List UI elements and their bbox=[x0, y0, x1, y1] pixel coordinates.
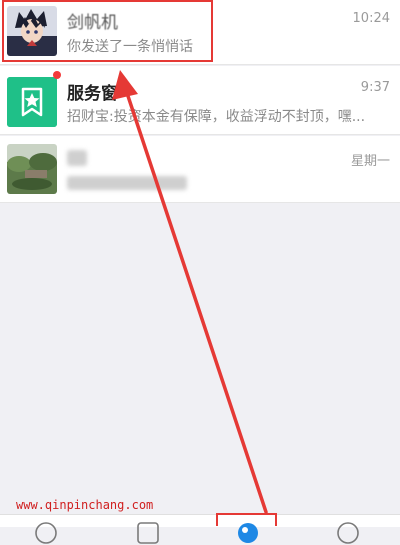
blurred-preview bbox=[67, 176, 187, 190]
chat-name: 服务窗 bbox=[67, 84, 118, 104]
blurred-name bbox=[67, 150, 87, 166]
watermark-text: www.qinpinchang.com bbox=[16, 498, 154, 512]
divider bbox=[0, 64, 400, 65]
alipay-friends-screen: 剑帆机 你发送了一条悄悄话 10:24 服务窗 招财宝:投资本金有保障，收益浮动… bbox=[0, 0, 400, 544]
divider bbox=[0, 202, 400, 203]
list-icon[interactable] bbox=[136, 521, 160, 545]
chat-time: 9:37 bbox=[360, 80, 390, 95]
chat-time: 星期一 bbox=[350, 154, 390, 169]
chat-preview: 招财宝:投资本金有保障，收益浮动不封顶，嘿... bbox=[67, 109, 366, 125]
chat-time: 10:24 bbox=[352, 11, 390, 26]
annotation-tab-highlight bbox=[216, 513, 277, 526]
annotation-highlight-box bbox=[2, 0, 213, 62]
profile-icon[interactable] bbox=[336, 521, 360, 545]
landscape-photo-avatar bbox=[7, 144, 57, 194]
service-window-star-icon bbox=[7, 77, 57, 127]
divider bbox=[0, 134, 400, 135]
unread-badge bbox=[53, 71, 61, 79]
bottom-tab-bar bbox=[0, 514, 400, 544]
home-icon[interactable] bbox=[34, 521, 58, 545]
chat-item[interactable]: 星期一 bbox=[0, 136, 400, 202]
